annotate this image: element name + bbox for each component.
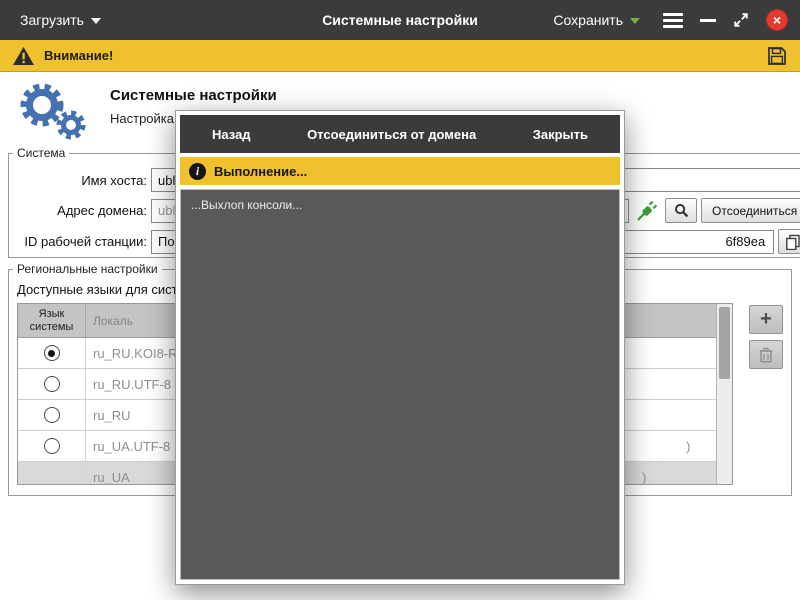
table-actions: + <box>749 303 783 369</box>
workstation-id-label: ID рабочей станции: <box>24 234 147 249</box>
delete-locale-button[interactable] <box>749 340 783 369</box>
scrollbar-thumb[interactable] <box>719 307 730 379</box>
load-menu-button[interactable]: Загрузить <box>14 0 107 40</box>
system-group-legend: Система <box>17 146 66 160</box>
disconnect-button[interactable]: Отсоединиться <box>701 198 800 223</box>
search-icon <box>674 204 688 218</box>
dialog-header: Назад Отсоединиться от домена Закрыть <box>180 115 620 153</box>
progress-dialog: Назад Отсоединиться от домена Закрыть i … <box>175 110 625 585</box>
add-locale-button[interactable]: + <box>749 305 783 334</box>
hostname-label: Имя хоста: <box>81 172 147 188</box>
menu-icon[interactable] <box>663 12 683 28</box>
page-title: Системные настройки <box>110 87 277 104</box>
title-bar: Загрузить Системные настройки Сохранить … <box>0 0 800 40</box>
console-output[interactable]: ...Выхлоп консоли... <box>180 189 620 580</box>
chevron-down-icon <box>90 18 101 24</box>
radio-button[interactable] <box>43 376 60 392</box>
save-file-button[interactable] <box>766 45 788 67</box>
dialog-close-button[interactable]: Закрыть <box>527 126 594 143</box>
app-window: Загрузить Системные настройки Сохранить … <box>0 0 800 600</box>
warning-label: Внимание! <box>44 48 114 63</box>
dialog-status-bar: i Выполнение... <box>180 157 620 185</box>
plug-connected-icon <box>635 199 659 223</box>
trash-icon <box>759 347 773 363</box>
titlebar-actions: Сохранить × <box>547 0 788 40</box>
copy-icon <box>786 234 800 250</box>
gears-icon <box>20 83 86 140</box>
radio-button[interactable] <box>43 407 60 423</box>
expand-button[interactable] <box>733 12 749 28</box>
dialog-disconnect-domain-button[interactable]: Отсоединиться от домена <box>301 126 482 143</box>
workstation-id-value-end: 6f89ea <box>725 234 766 249</box>
warning-bar: Внимание! <box>0 40 800 72</box>
search-domain-button[interactable] <box>665 198 697 223</box>
dialog-status-text: Выполнение... <box>214 163 308 179</box>
save-menu-button[interactable]: Сохранить <box>547 11 646 29</box>
plus-icon: + <box>760 307 772 330</box>
chevron-down-icon <box>630 18 640 24</box>
save-menu-label: Сохранить <box>553 12 623 28</box>
floppy-icon <box>768 46 786 65</box>
column-header-system-language: Язык системы <box>18 304 86 337</box>
minimize-button[interactable] <box>700 18 716 22</box>
language-cell-fragment: ) <box>642 469 647 485</box>
load-menu-label: Загрузить <box>20 12 84 28</box>
domain-label: Адрес домена: <box>57 203 147 218</box>
warning-icon <box>13 46 34 65</box>
vertical-scrollbar[interactable] <box>716 304 732 484</box>
dialog-back-button[interactable]: Назад <box>206 126 257 143</box>
regional-group-legend: Региональные настройки <box>17 262 158 276</box>
language-cell-fragment: ) <box>686 438 691 454</box>
copy-id-button[interactable] <box>778 229 800 254</box>
close-button[interactable]: × <box>766 9 788 31</box>
radio-button[interactable] <box>43 345 60 361</box>
expand-arrows-icon <box>734 13 748 27</box>
radio-button[interactable] <box>43 438 60 454</box>
info-icon: i <box>189 162 206 180</box>
